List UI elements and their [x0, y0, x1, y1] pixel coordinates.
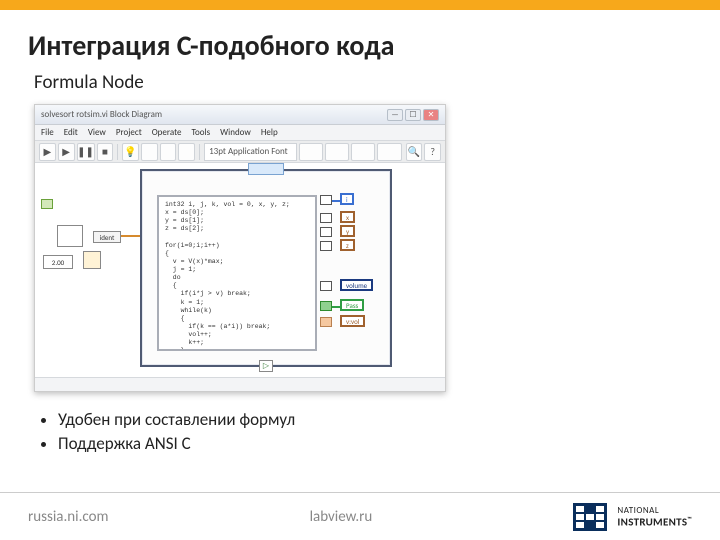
- toolbar-sep: [117, 144, 118, 160]
- maximize-button[interactable]: ☐: [405, 109, 421, 121]
- block-diagram-canvas[interactable]: ident 2.00 int32 i, j, k, vol = 0, x, y,…: [35, 163, 445, 377]
- menu-file[interactable]: File: [41, 127, 54, 138]
- step-button[interactable]: [141, 143, 158, 161]
- menu-tools[interactable]: Tools: [191, 127, 210, 138]
- out-x-term[interactable]: [320, 213, 332, 223]
- pause-icon: ❚❚: [77, 145, 94, 158]
- help-icon: ?: [430, 145, 435, 158]
- menu-help[interactable]: Help: [261, 127, 278, 138]
- wire: [121, 235, 140, 237]
- out-pass-term[interactable]: [320, 301, 332, 311]
- bullet-list: Удобен при составлении формул Поддержка …: [0, 392, 720, 471]
- font-selector[interactable]: 13pt Application Font: [204, 143, 297, 161]
- distribute-button[interactable]: [325, 143, 349, 161]
- out-vol-term[interactable]: [320, 317, 332, 327]
- ni-logo-text: NATIONAL INSTRUMENTS™: [617, 506, 692, 528]
- out-vol-label: v:vol: [340, 315, 365, 327]
- menu-operate[interactable]: Operate: [152, 127, 182, 138]
- resize-button[interactable]: [351, 143, 375, 161]
- minimize-button[interactable]: —: [387, 109, 403, 121]
- out-y-label: y: [340, 225, 355, 237]
- font-label: 13pt Application Font: [209, 146, 288, 157]
- toolbar-sep-2: [199, 144, 200, 160]
- maximize-icon: ☐: [409, 110, 416, 120]
- bullet-2: Поддержка ANSI C: [58, 433, 676, 454]
- step-out-button[interactable]: [178, 143, 195, 161]
- footer: russia.ni.com labview.ru NATIONAL INSTRU…: [0, 492, 720, 540]
- out-i-term[interactable]: [320, 195, 332, 205]
- ident-node[interactable]: ident: [93, 231, 121, 243]
- pause-button[interactable]: ❚❚: [77, 143, 95, 161]
- wire: [332, 306, 340, 308]
- run-button[interactable]: ▶: [39, 143, 56, 161]
- run-cont-icon: ▶: [62, 145, 70, 158]
- menu-window[interactable]: Window: [220, 127, 251, 138]
- formula-code: int32 i, j, k, vol = 0, x, y, z; x = ds[…: [165, 201, 290, 351]
- align-button[interactable]: [299, 143, 323, 161]
- out-y-term[interactable]: [320, 227, 332, 237]
- ni-logo-mark: [573, 503, 607, 531]
- const-value: 2.00: [52, 258, 64, 267]
- slide-title: Интеграция С-подобного кода: [0, 10, 720, 69]
- loop-iteration-terminal[interactable]: ▷: [259, 360, 273, 372]
- out-x-label: x: [340, 211, 355, 223]
- ident-label: ident: [100, 233, 115, 242]
- footer-left-link[interactable]: russia.ni.com: [28, 508, 108, 526]
- window-title-text: solvesort rotsim.vi Block Diagram: [41, 109, 162, 120]
- menu-bar: File Edit View Project Operate Tools Win…: [35, 125, 445, 141]
- out-z-label: z: [340, 239, 355, 251]
- search-icon: 🔍: [408, 145, 420, 158]
- stop-button[interactable]: ■: [97, 143, 114, 161]
- out-pass-label: Pass: [340, 299, 364, 311]
- formula-node[interactable]: int32 i, j, k, vol = 0, x, y, z; x = ds[…: [157, 195, 317, 351]
- accent-bar: [0, 0, 720, 10]
- out-z-term[interactable]: [320, 241, 332, 251]
- menu-edit[interactable]: Edit: [64, 127, 78, 138]
- bulb-icon: 💡: [124, 145, 136, 158]
- array-control[interactable]: [57, 225, 83, 247]
- stop-icon: ■: [102, 145, 108, 158]
- out-i-label: i: [340, 193, 354, 205]
- wire: [332, 200, 340, 202]
- input-terminal-1[interactable]: [41, 199, 53, 209]
- bullet-1: Удобен при составлении формул: [58, 409, 676, 430]
- ni-logo: NATIONAL INSTRUMENTS™: [573, 503, 692, 531]
- minimize-icon: —: [391, 110, 398, 120]
- numeric-constant[interactable]: 2.00: [43, 255, 73, 269]
- run-cont-button[interactable]: ▶: [58, 143, 75, 161]
- footer-center-link[interactable]: labview.ru: [108, 508, 573, 526]
- reorder-button[interactable]: [377, 143, 401, 161]
- highlight-button[interactable]: 💡: [122, 143, 139, 161]
- help-button[interactable]: ?: [424, 143, 441, 161]
- menu-view[interactable]: View: [88, 127, 106, 138]
- loop-tunnel[interactable]: [248, 163, 284, 175]
- toolbar: ▶ ▶ ❚❚ ■ 💡 13pt Application Font 🔍 ?: [35, 141, 445, 163]
- subvi-node[interactable]: [83, 251, 101, 269]
- close-icon: ✕: [428, 110, 435, 120]
- close-button[interactable]: ✕: [423, 109, 439, 121]
- window-titlebar[interactable]: solvesort rotsim.vi Block Diagram — ☐ ✕: [35, 105, 445, 125]
- slide-subtitle: Formula Node: [0, 69, 720, 104]
- status-bar: [35, 377, 445, 391]
- step-over-button[interactable]: [160, 143, 177, 161]
- for-loop-structure[interactable]: int32 i, j, k, vol = 0, x, y, z; x = ds[…: [140, 169, 392, 367]
- out-volume-term[interactable]: [320, 281, 332, 291]
- search-button[interactable]: 🔍: [406, 143, 423, 161]
- out-volume-label: volume: [340, 279, 373, 291]
- screenshot-window: solvesort rotsim.vi Block Diagram — ☐ ✕ …: [34, 104, 446, 392]
- run-icon: ▶: [44, 145, 52, 158]
- menu-project[interactable]: Project: [116, 127, 142, 138]
- play-icon: ▷: [263, 361, 269, 371]
